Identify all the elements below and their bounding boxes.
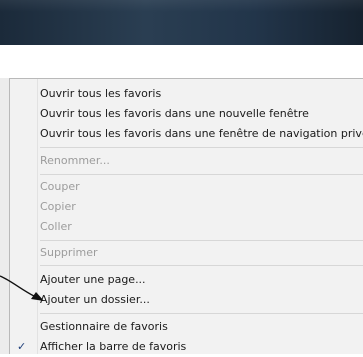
menu-separator (40, 240, 363, 241)
menu-item-label: Ouvrir tous les favoris dans une nouvell… (40, 107, 309, 120)
menu-item-label: Copier (40, 200, 76, 213)
menu-separator (40, 147, 363, 148)
menu-item-label: Couper (40, 180, 80, 193)
menu-item-label: Supprimer (40, 246, 98, 259)
menu-item-show-bookmarks-bar[interactable]: ✓ Afficher la barre de favoris (10, 337, 363, 357)
checkmark-icon: ✓ (17, 340, 27, 353)
menu-item-label: Ajouter un dossier... (40, 293, 150, 306)
menu-item-label: Ouvrir tous les favoris (40, 87, 162, 100)
browser-toolbar-background (0, 0, 363, 45)
menu-item-open-all-in-new-window[interactable]: Ouvrir tous les favoris dans une nouvell… (10, 104, 363, 124)
menu-item-delete: Supprimer (10, 243, 363, 263)
pointer-arrow-icon (0, 275, 44, 301)
menu-item-paste: Coller (10, 217, 363, 237)
menu-item-add-page[interactable]: Ajouter une page... (10, 270, 363, 290)
menu-item-copy: Copier (10, 197, 363, 217)
menu-item-label: Ouvrir tous les favoris dans une fenêtre… (40, 127, 363, 140)
menu-item-open-all-bookmarks[interactable]: Ouvrir tous les favoris (10, 84, 363, 104)
menu-item-label: Afficher la barre de favoris (40, 340, 187, 353)
menu-item-label: Renommer... (40, 154, 110, 167)
menu-item-label: Gestionnaire de favoris (40, 320, 168, 333)
menu-item-bookmarks-manager[interactable]: Gestionnaire de favoris (10, 317, 363, 337)
bookmarks-context-menu: Ouvrir tous les favoris Ouvrir tous les … (9, 78, 363, 354)
menu-item-label: Coller (40, 220, 72, 233)
toolbar-sheen (0, 0, 363, 12)
menu-item-rename: Renommer... (10, 151, 363, 171)
menu-separator (40, 174, 363, 175)
menu-separator (40, 313, 363, 314)
page-left-edge (0, 78, 9, 354)
menu-item-add-folder[interactable]: Ajouter un dossier... (10, 290, 363, 310)
menu-separator (40, 265, 363, 266)
menu-item-open-all-in-private-window[interactable]: Ouvrir tous les favoris dans une fenêtre… (10, 124, 363, 144)
menu-item-label: Ajouter une page... (40, 273, 146, 286)
menu-item-cut: Couper (10, 177, 363, 197)
